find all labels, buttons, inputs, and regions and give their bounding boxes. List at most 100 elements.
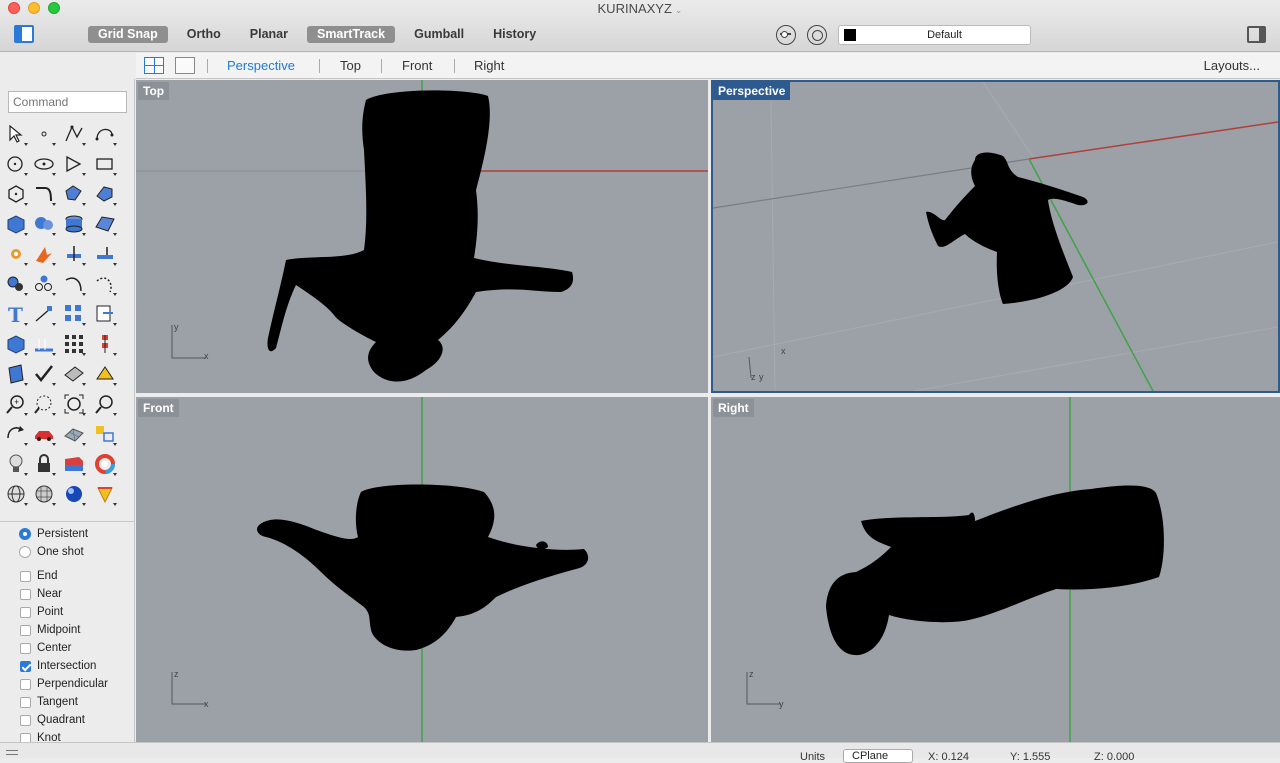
osnap-near-checkbox[interactable]: Near xyxy=(20,588,62,600)
osnap-one-shot-radio[interactable]: One shot xyxy=(19,546,84,558)
select-arrow-tool-icon[interactable] xyxy=(3,121,29,147)
box-tool-icon[interactable] xyxy=(3,211,29,237)
sidebar-toggle-icon[interactable] xyxy=(14,25,34,43)
boolean-wedge-tool-icon[interactable] xyxy=(31,241,57,267)
planar-toggle[interactable]: Planar xyxy=(240,26,298,43)
cone-tool-icon[interactable] xyxy=(92,481,118,507)
panel-grip-icon[interactable] xyxy=(6,750,18,755)
window-title-area[interactable]: KURINAXYZ ⌄ xyxy=(0,1,1280,16)
hatch-tool-icon[interactable] xyxy=(31,331,57,357)
grid-sphere-tool-icon[interactable] xyxy=(31,481,57,507)
osnap-center-checkbox[interactable]: Center xyxy=(20,642,72,654)
array-tool-icon[interactable] xyxy=(61,301,87,327)
gumball-toggle[interactable]: Gumball xyxy=(404,26,474,43)
render-sphere-tool-icon[interactable] xyxy=(3,481,29,507)
blend-tool-icon[interactable] xyxy=(92,271,118,297)
four-viewport-layout-icon[interactable] xyxy=(144,57,164,74)
group-tool-icon[interactable] xyxy=(31,271,57,297)
right-panel-toggle-icon[interactable] xyxy=(1247,26,1266,43)
tab-right[interactable]: Right xyxy=(474,58,504,73)
ortho-toggle[interactable]: Ortho xyxy=(177,26,231,43)
ellipse-tool-icon[interactable] xyxy=(31,151,57,177)
zoom-tool-icon[interactable] xyxy=(92,391,118,417)
rotate-view-tool-icon[interactable] xyxy=(3,421,29,447)
text-tool-icon[interactable]: T xyxy=(3,301,29,327)
solid-tools-tool-icon[interactable] xyxy=(3,271,29,297)
viewport-canvas: z y xyxy=(746,397,1164,742)
surface-analysis-tool-icon[interactable] xyxy=(3,361,29,387)
zoom-window-tool-icon[interactable] xyxy=(31,391,57,417)
axis-label-z: z xyxy=(751,372,756,382)
split-tool-icon[interactable] xyxy=(92,241,118,267)
osnap-intersection-checkbox[interactable]: Intersection xyxy=(20,660,96,672)
viewport-perspective[interactable]: x z y Perspective xyxy=(711,80,1280,393)
extrude-surface-tool-icon[interactable] xyxy=(92,181,118,207)
point-tool-icon[interactable] xyxy=(31,121,57,147)
trim-tool-icon[interactable] xyxy=(61,241,87,267)
checkbox-icon xyxy=(20,660,31,672)
units-label[interactable]: Units xyxy=(800,751,825,763)
osnap-tangent-checkbox[interactable]: Tangent xyxy=(20,696,78,708)
check-tool-icon[interactable] xyxy=(31,361,57,387)
plane-tool-icon[interactable] xyxy=(61,361,87,387)
curve-tool-icon[interactable] xyxy=(92,121,118,147)
osnap-perpendicular-checkbox[interactable]: Perpendicular xyxy=(20,678,108,690)
zoom-in-tool-icon[interactable]: + xyxy=(3,391,29,417)
tab-top[interactable]: Top xyxy=(340,58,361,73)
grid-snap-toggle[interactable]: Grid Snap xyxy=(88,26,168,43)
rectangle-tool-icon[interactable] xyxy=(92,151,118,177)
smarttrack-toggle[interactable]: SmartTrack xyxy=(306,26,396,43)
color-wheel-tool-icon[interactable] xyxy=(92,451,118,477)
filter-icon[interactable] xyxy=(776,25,796,45)
osnap-target-icon[interactable] xyxy=(807,25,827,45)
polyline-tool-icon[interactable] xyxy=(61,121,87,147)
tab-front[interactable]: Front xyxy=(402,58,432,73)
x-axis-line xyxy=(1028,121,1278,160)
viewport-front[interactable]: z x Front xyxy=(136,397,708,742)
lock-tool-icon[interactable] xyxy=(31,451,57,477)
block-tool-icon[interactable] xyxy=(3,331,29,357)
cylinder-tool-icon[interactable] xyxy=(61,211,87,237)
transform-tool-icon[interactable] xyxy=(92,301,118,327)
single-viewport-layout-icon[interactable] xyxy=(175,57,195,74)
light-tool-icon[interactable] xyxy=(3,451,29,477)
layer-tool-icon[interactable] xyxy=(61,451,87,477)
loft-tool-icon[interactable] xyxy=(92,211,118,237)
offset-curve-tool-icon[interactable] xyxy=(61,271,87,297)
viewport-title[interactable]: Right xyxy=(713,399,754,417)
snapshot-tool-icon[interactable] xyxy=(92,421,118,447)
sphere-tool-icon[interactable] xyxy=(31,211,57,237)
car-render-tool-icon[interactable] xyxy=(31,421,57,447)
material-ball-tool-icon[interactable] xyxy=(61,481,87,507)
surface-from-points-tool-icon[interactable] xyxy=(61,181,87,207)
tolerance-tool-icon[interactable] xyxy=(92,331,118,357)
circle-tool-icon[interactable] xyxy=(3,151,29,177)
viewport-title[interactable]: Front xyxy=(138,399,179,417)
osnap-quadrant-checkbox[interactable]: Quadrant xyxy=(20,714,85,726)
mesh-tool-icon[interactable] xyxy=(61,421,87,447)
explode-tool-icon[interactable] xyxy=(3,241,29,267)
viewport-top[interactable]: y x Top xyxy=(136,80,708,393)
viewport-right[interactable]: z y Right xyxy=(711,397,1280,742)
fillet-curves-tool-icon[interactable] xyxy=(31,181,57,207)
checkbox-label: End xyxy=(37,570,58,582)
osnap-point-checkbox[interactable]: Point xyxy=(20,606,63,618)
tab-perspective[interactable]: Perspective xyxy=(227,58,295,73)
history-toggle[interactable]: History xyxy=(483,26,546,43)
paint-bucket-tool-icon[interactable] xyxy=(92,361,118,387)
array-grid-tool-icon[interactable] xyxy=(61,331,87,357)
viewport-title[interactable]: Perspective xyxy=(713,82,791,100)
osnap-midpoint-checkbox[interactable]: Midpoint xyxy=(20,624,80,636)
polygon-curve-tool-icon[interactable] xyxy=(61,151,87,177)
zoom-extents-tool-icon[interactable] xyxy=(61,391,87,417)
command-input[interactable] xyxy=(8,91,127,113)
cplane-selector[interactable]: CPlane xyxy=(843,749,913,763)
axis-label-y: y xyxy=(779,699,784,709)
viewport-title[interactable]: Top xyxy=(138,82,170,100)
osnap-persistent-radio[interactable]: Persistent xyxy=(19,528,88,540)
polygon-tool-icon[interactable] xyxy=(3,181,29,207)
osnap-end-checkbox[interactable]: End xyxy=(20,570,57,582)
layouts-menu[interactable]: Layouts... xyxy=(1204,58,1260,73)
layer-selector[interactable]: Default xyxy=(838,25,1031,45)
dimension-tool-icon[interactable] xyxy=(31,301,57,327)
